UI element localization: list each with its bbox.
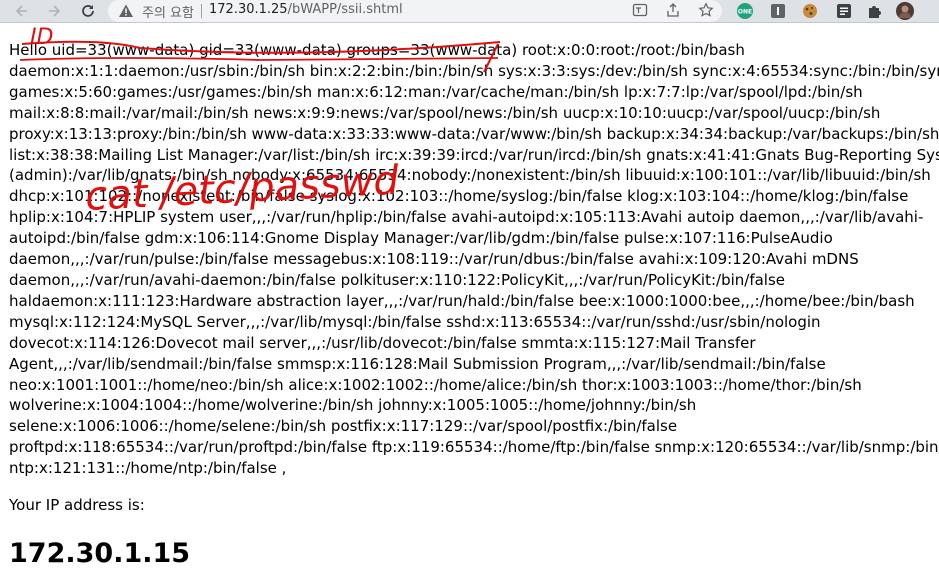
passwd-line: hplip:x:104:7:HPLIP system user,,,:/var/… bbox=[9, 208, 924, 227]
page-body: Hello uid=33(www-data) gid=33(www-data) … bbox=[9, 40, 939, 479]
passwd-line: neo:x:1001:1001::/home/neo:/bin/sh alice… bbox=[9, 375, 862, 394]
extension-one-label: ONE bbox=[738, 9, 752, 16]
warning-icon[interactable] bbox=[118, 3, 134, 19]
extension-doc-icon[interactable] bbox=[836, 3, 852, 19]
passwd-line: games:x:5:60:games:/usr/games:/bin/sh ma… bbox=[9, 82, 863, 101]
passwd-line: daemon:x:1:1:daemon:/usr/sbin:/bin/sh bi… bbox=[9, 61, 939, 80]
reload-icon[interactable] bbox=[76, 0, 100, 22]
passwd-line: daemon,,,:/var/run/avahi-daemon:/bin/fal… bbox=[9, 270, 786, 289]
passwd-line: haldaemon:x:111:123:Hardware abstraction… bbox=[9, 291, 915, 310]
passwd-line: autoipd:/bin/false gdm:x:106:114:Gnome D… bbox=[9, 229, 833, 248]
passwd-line: dhcp:x:101:102::/nonexistent:/bin/false … bbox=[9, 187, 909, 206]
passwd-line: dovecot:x:114:126:Dovecot mail server,,,… bbox=[9, 333, 756, 352]
bookmark-star-icon[interactable] bbox=[698, 2, 714, 18]
url-path: /bWAPP/ssii.shtml bbox=[287, 2, 403, 17]
back-arrow-icon[interactable] bbox=[10, 0, 34, 22]
url-host: 172.30.1.25 bbox=[209, 2, 288, 17]
passwd-line: mysql:x:112:124:MySQL Server,,,:/var/lib… bbox=[9, 312, 821, 331]
address-bar-actions bbox=[620, 2, 714, 21]
extension-i-icon[interactable] bbox=[770, 3, 786, 19]
security-warning-label[interactable]: 주의 요함 bbox=[142, 2, 194, 21]
address-bar[interactable]: 주의 요함 172.30.1.25/bWAPP/ssii.shtml bbox=[108, 0, 722, 22]
forward-arrow-icon[interactable] bbox=[42, 0, 66, 22]
cookie-icon[interactable] bbox=[802, 3, 818, 19]
url-separator bbox=[201, 4, 202, 18]
passwd-line: daemon,,,:/var/run/pulse:/bin/false mess… bbox=[9, 250, 859, 269]
passwd-line: mail:x:8:8:mail:/var/mail:/bin/sh news:x… bbox=[9, 103, 881, 122]
profile-avatar[interactable] bbox=[896, 2, 914, 20]
passwd-line: Agent,,,:/var/lib/sendmail:/bin/false sm… bbox=[9, 354, 826, 373]
browser-toolbar: 주의 요함 172.30.1.25/bWAPP/ssii.shtml ONE bbox=[0, 0, 939, 23]
share-icon[interactable] bbox=[665, 2, 681, 18]
passwd-line: list:x:38:38:Mailing List Manager:/var/l… bbox=[9, 145, 939, 164]
passwd-line: ntp:x:121:131::/home/ntp:/bin/false , bbox=[9, 459, 287, 478]
passwd-line: proftpd:x:118:65534::/var/run/proftpd:/b… bbox=[9, 438, 939, 457]
passwd-line: Hello uid=33(www-data) gid=33(www-data) … bbox=[9, 41, 745, 59]
passwd-line: proxy:x:13:13:proxy:/bin:/bin/sh www-dat… bbox=[9, 124, 939, 143]
passwd-line: (admin):/var/lib/gnats:/bin/sh nobody:x:… bbox=[9, 166, 931, 185]
puzzle-icon[interactable] bbox=[866, 3, 882, 19]
translate-icon[interactable] bbox=[632, 2, 648, 18]
ip-address-label: Your IP address is: bbox=[9, 496, 145, 514]
extension-one-icon[interactable]: ONE bbox=[736, 3, 754, 19]
passwd-line: wolverine:x:1004:1004::/home/wolverine:/… bbox=[9, 396, 697, 415]
ip-address-value: 172.30.1.15 bbox=[9, 538, 191, 569]
url-text[interactable]: 172.30.1.25/bWAPP/ssii.shtml bbox=[209, 2, 403, 17]
passwd-line: selene:x:1006:1006::/home/selene:/bin/sh… bbox=[9, 417, 678, 436]
